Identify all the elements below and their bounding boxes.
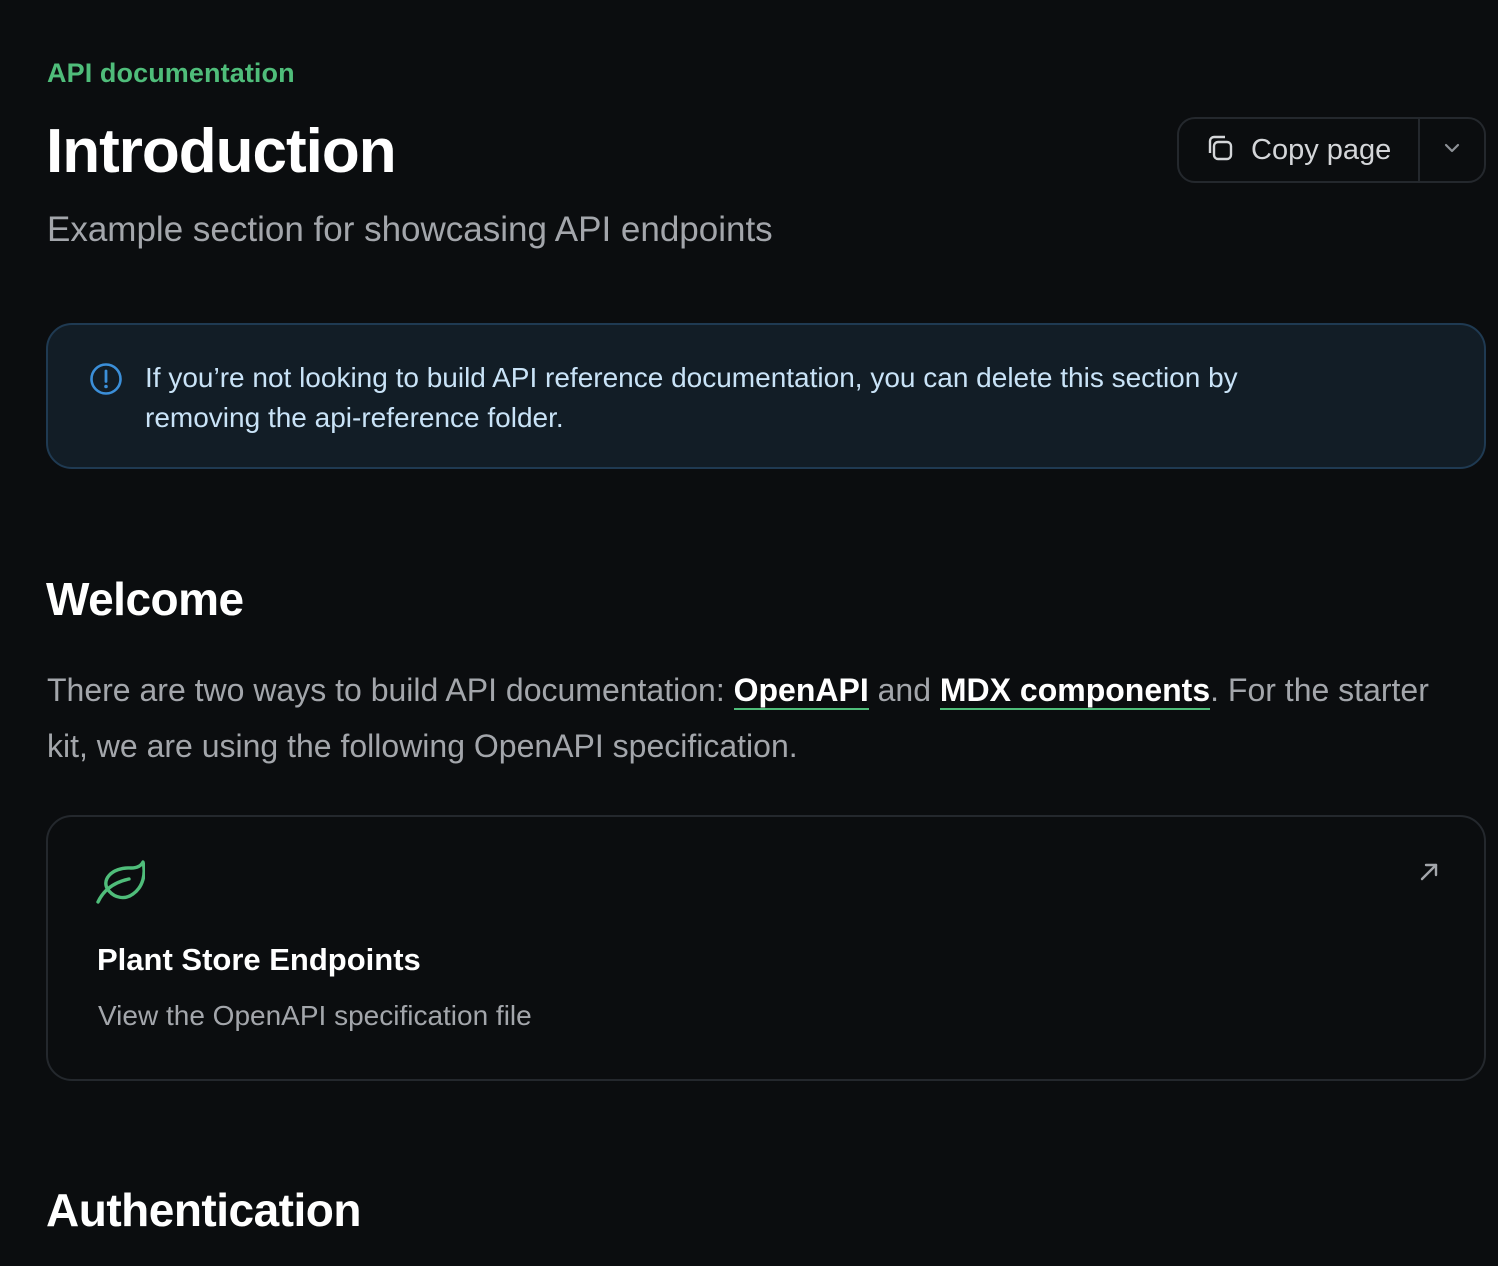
copy-icon: [1205, 133, 1235, 168]
openapi-link[interactable]: OpenAPI: [733, 672, 869, 710]
page-title: Introduction: [46, 117, 397, 186]
callout-line-1: If you’re not looking to build API refer…: [145, 362, 1238, 393]
card-description: View the OpenAPI specification file: [98, 1000, 532, 1031]
page-subtitle: Example section for showcasing API endpo…: [47, 210, 773, 249]
mdx-components-link[interactable]: MDX components: [939, 672, 1211, 710]
chevron-down-icon: [1443, 141, 1461, 159]
copy-page-label: Copy page: [1251, 133, 1392, 166]
info-callout: If you’re not looking to build API refer…: [46, 323, 1486, 469]
page: API documentation Introduction Example s…: [0, 0, 1498, 1266]
welcome-text-middle: and: [868, 672, 940, 708]
copy-page-control: Copy page: [1177, 117, 1486, 183]
callout-line-2: removing the api-reference folder.: [145, 402, 564, 433]
leaf-icon: [95, 859, 146, 910]
copy-page-button[interactable]: Copy page: [1179, 119, 1420, 181]
authentication-heading: Authentication: [46, 1184, 361, 1236]
external-link-arrow-icon: [1418, 861, 1440, 888]
copy-page-dropdown-toggle[interactable]: [1420, 119, 1484, 181]
card-title: Plant Store Endpoints: [97, 942, 421, 977]
callout-text: If you’re not looking to build API refer…: [145, 358, 1365, 438]
section-eyebrow: API documentation: [47, 58, 295, 88]
welcome-text-before: There are two ways to build API document…: [47, 672, 734, 708]
plant-store-endpoints-card[interactable]: Plant Store Endpoints View the OpenAPI s…: [46, 815, 1486, 1081]
info-icon: [89, 362, 123, 401]
welcome-heading: Welcome: [46, 573, 244, 625]
welcome-paragraph: There are two ways to build API document…: [47, 662, 1477, 774]
